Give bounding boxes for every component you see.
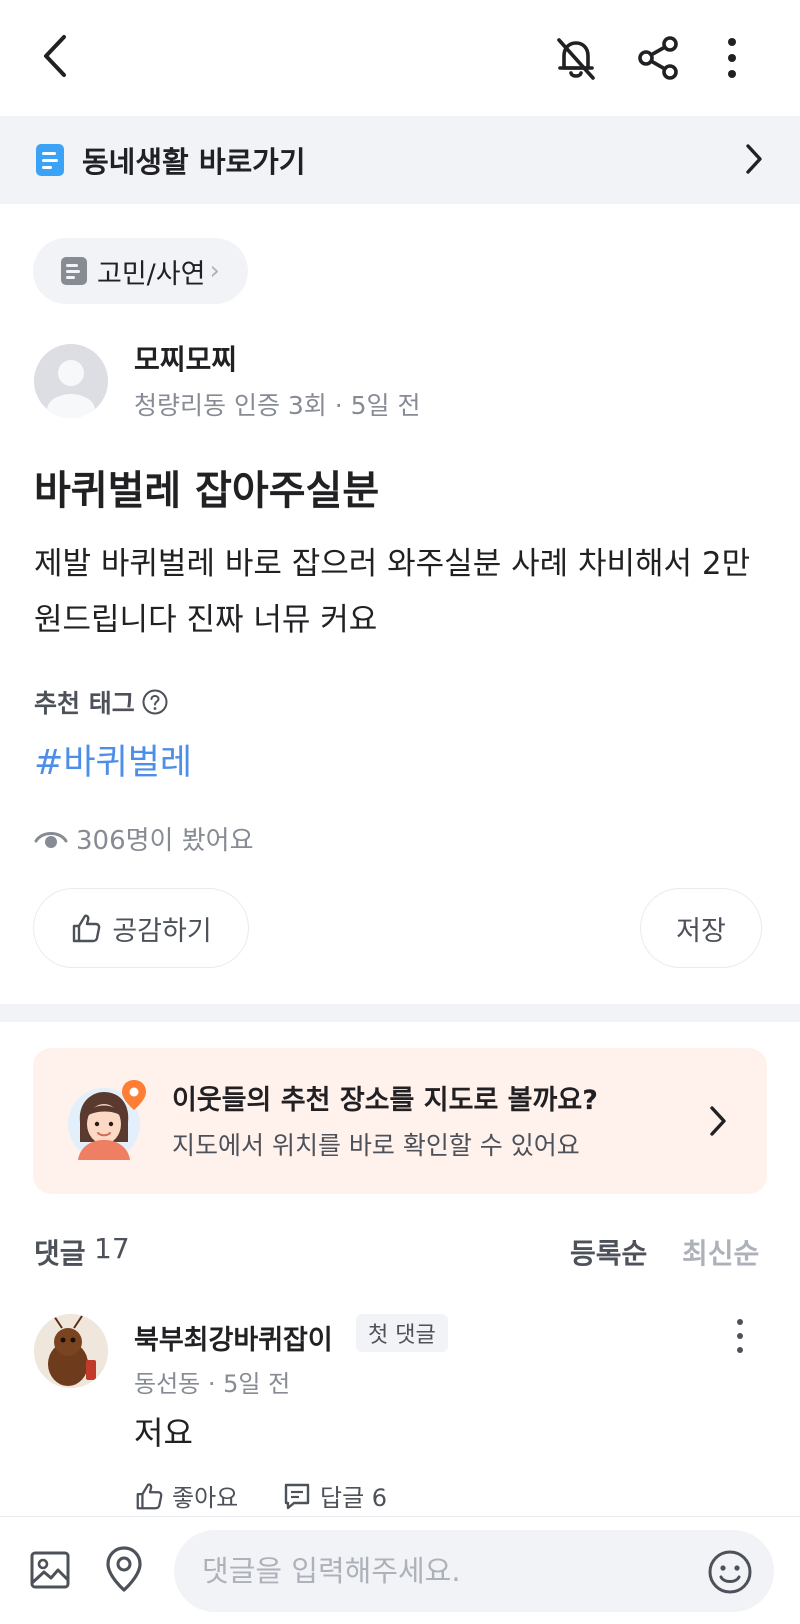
comment-reply-label: 답글 6 bbox=[320, 1484, 388, 1512]
chevron-left-icon[interactable] bbox=[30, 28, 80, 84]
reply-bubble-icon bbox=[282, 1481, 312, 1511]
comments-count: 17 bbox=[94, 1232, 130, 1265]
author-name[interactable]: 모찌모찌 bbox=[134, 338, 237, 378]
save-button-label: 저장 bbox=[676, 915, 726, 947]
chevron-right-icon bbox=[708, 1104, 728, 1138]
comment-like-button[interactable]: 좋아요 bbox=[134, 1478, 238, 1513]
post-title: 바퀴벌레 잡아주실분 bbox=[34, 468, 380, 514]
section-divider bbox=[0, 1004, 800, 1022]
thumbs-up-icon bbox=[70, 912, 102, 944]
chip-chevron: › bbox=[209, 256, 220, 286]
question-circle-icon[interactable] bbox=[141, 688, 169, 716]
comments-heading: 댓글 bbox=[34, 1237, 86, 1270]
comment-input[interactable] bbox=[174, 1530, 774, 1612]
tags-heading-label: 추천 태그 bbox=[34, 689, 135, 718]
post-body: 제발 바퀴벌레 바로 잡으러 와주실분 사례 차비해서 2만원드립니다 진짜 너… bbox=[34, 546, 751, 638]
like-button[interactable]: 공감하기 bbox=[33, 888, 249, 968]
promo-subtitle: 지도에서 위치를 바로 확인할 수 있어요 bbox=[172, 1131, 580, 1160]
more-vertical-icon[interactable] bbox=[712, 30, 752, 86]
recommended-tags-heading: 추천 태그 bbox=[34, 684, 169, 720]
document-icon bbox=[36, 144, 64, 176]
share-icon[interactable] bbox=[630, 30, 686, 86]
view-count-text: 306명이 봤어요 bbox=[76, 826, 254, 856]
banner-label: 동네생활 바로가기 bbox=[82, 145, 306, 179]
first-comment-badge: 첫 댓글 bbox=[356, 1314, 448, 1352]
image-icon[interactable] bbox=[26, 1546, 74, 1594]
comment-text: 저요 bbox=[134, 1414, 193, 1452]
tag-link[interactable]: #바퀴벌레 bbox=[34, 734, 192, 785]
eye-icon bbox=[34, 825, 68, 853]
comment-meta: 동선동 · 5일 전 bbox=[134, 1370, 291, 1398]
smiley-icon[interactable] bbox=[704, 1546, 756, 1598]
promo-illustration bbox=[66, 1078, 150, 1162]
bell-off-icon[interactable] bbox=[548, 30, 604, 86]
promo-title: 이웃들의 추천 장소를 지도로 볼까요? bbox=[172, 1085, 598, 1116]
like-button-label: 공감하기 bbox=[112, 915, 212, 947]
avatar[interactable] bbox=[34, 344, 108, 418]
save-button[interactable]: 저장 bbox=[640, 888, 762, 968]
top-app-bar bbox=[0, 0, 800, 116]
thumbs-up-icon bbox=[134, 1481, 164, 1511]
comment-like-label: 좋아요 bbox=[172, 1484, 239, 1512]
category-icon bbox=[61, 257, 87, 285]
comment-reply-button[interactable]: 답글 6 bbox=[282, 1478, 387, 1513]
category-chip[interactable]: 고민/사연 › bbox=[33, 238, 248, 304]
author-meta: 청량리동 인증 3회 · 5일 전 bbox=[134, 391, 421, 420]
comment-avatar[interactable] bbox=[34, 1314, 108, 1388]
chevron-right-icon bbox=[744, 142, 764, 176]
comment-author-name[interactable]: 북부최강바퀴잡이 bbox=[134, 1318, 333, 1357]
sort-newest-button[interactable]: 최신순 bbox=[682, 1232, 759, 1272]
sort-registered-button[interactable]: 등록순 bbox=[570, 1232, 647, 1272]
view-count: 306명이 봤어요 bbox=[34, 820, 254, 857]
neighborhood-shortcut-banner[interactable]: 동네생활 바로가기 bbox=[0, 116, 800, 204]
category-label: 고민/사연 bbox=[97, 258, 206, 290]
more-vertical-icon[interactable] bbox=[730, 1318, 750, 1358]
location-pin-icon[interactable] bbox=[100, 1542, 148, 1596]
